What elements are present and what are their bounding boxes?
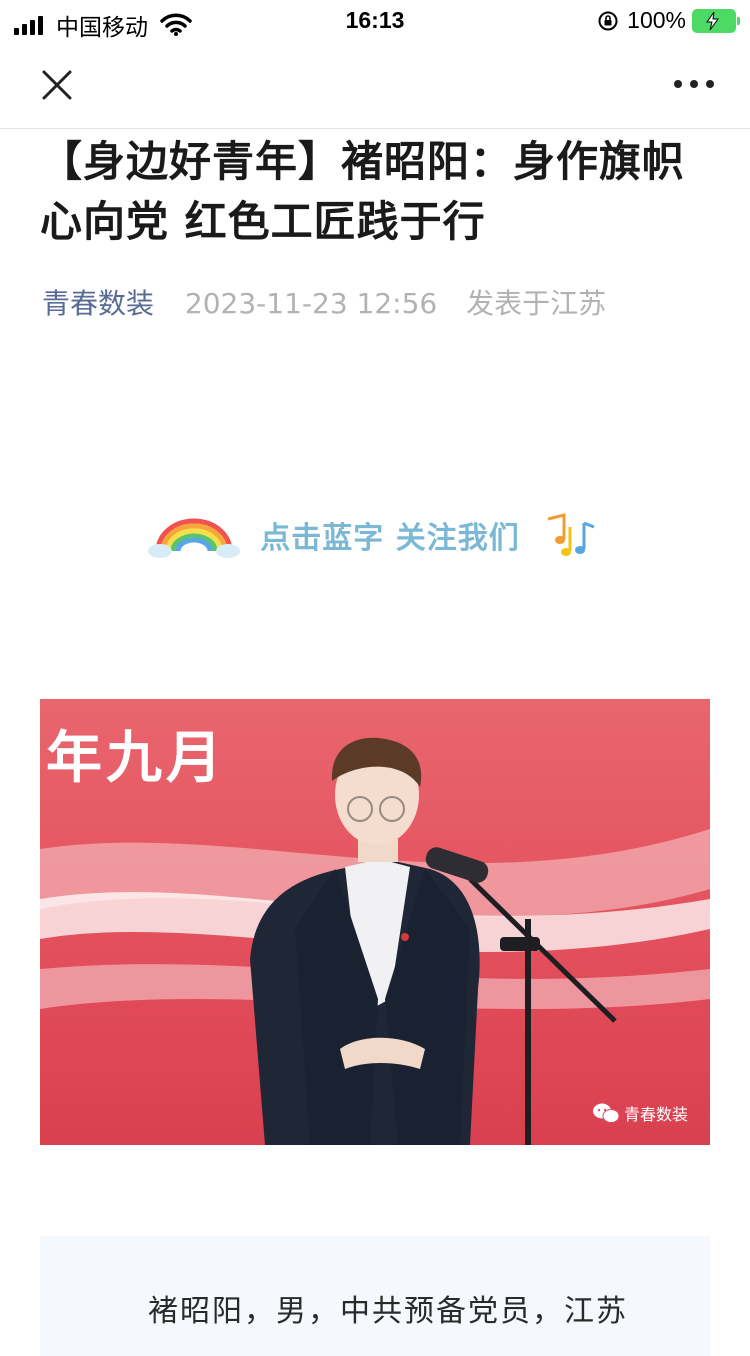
- more-icon[interactable]: [674, 72, 714, 96]
- close-icon[interactable]: [38, 66, 76, 104]
- publish-date: 2023-11-23 12:56: [184, 287, 438, 320]
- follow-prompt: 点击蓝字 关注我们: [0, 505, 750, 565]
- rotation-lock-icon: [598, 11, 618, 30]
- watermark-text: 青春数装: [623, 1105, 688, 1124]
- article-title: 【身边好青年】褚昭阳：身作旗帜心向党 红色工匠践于行: [40, 137, 686, 246]
- status-right: 100%: [597, 7, 740, 34]
- rainbow-icon: [148, 518, 241, 558]
- article-photo: 年九月 青春数装: [40, 699, 710, 1145]
- battery-percentage: 100%: [627, 7, 686, 33]
- wechat-icon: [592, 1103, 620, 1123]
- photo-watermark: 青春数装: [592, 1101, 688, 1125]
- publish-location: 发表于江苏: [466, 287, 607, 320]
- photo-banner-text: 年九月: [46, 726, 226, 791]
- charging-bolt-icon: [706, 11, 719, 30]
- intro-section: 褚昭阳，男，中共预备党员，江苏: [40, 1236, 710, 1356]
- account-name-link[interactable]: 青春数装: [42, 287, 154, 320]
- intro-text: 褚昭阳，男，中共预备党员，江苏: [148, 1294, 628, 1329]
- nav-bar: [0, 42, 750, 129]
- battery-icon: [692, 8, 740, 33]
- follow-text[interactable]: 点击蓝字 关注我们: [260, 513, 519, 557]
- music-notes-icon: [547, 513, 595, 556]
- status-bar: 中国移动 16:13 100%: [0, 0, 750, 42]
- article-meta: 青春数装 2023-11-23 12:56 发表于江苏: [42, 282, 606, 322]
